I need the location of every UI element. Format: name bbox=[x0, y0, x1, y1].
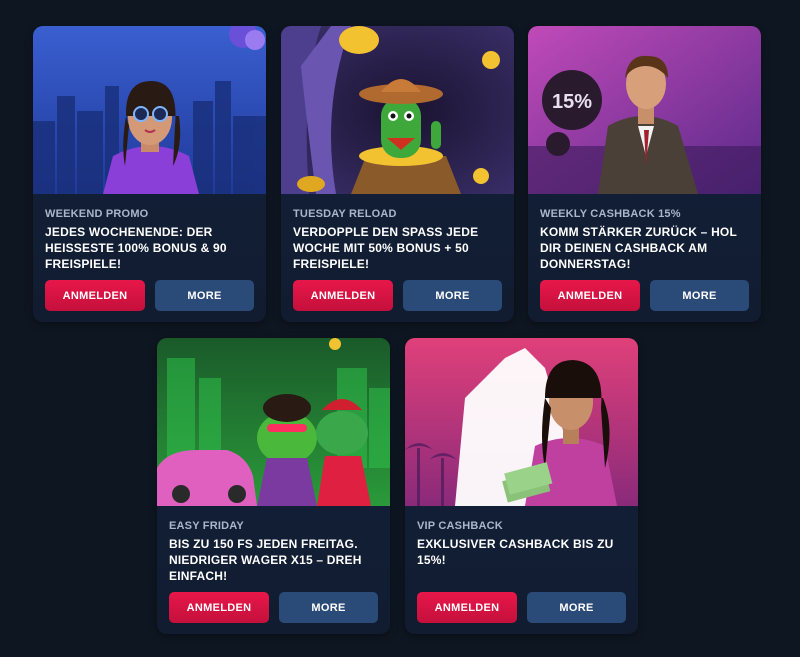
signup-button[interactable]: ANMELDEN bbox=[169, 592, 269, 623]
promo-title: JEDES WOCHENENDE: DER HEISSESTE 100% BON… bbox=[45, 225, 227, 271]
promo-card-tuesday[interactable]: TUESDAY RELOAD VERDOPPLE DEN SPASS JEDE … bbox=[281, 26, 514, 322]
promo-title: BIS ZU 150 FS JEDEN FREITAG. NIEDRIGER W… bbox=[169, 537, 362, 583]
promo-card-weekly-cashback[interactable]: 15% WEEKLY CASHBACK 15% KOMM STÄRKER ZUR… bbox=[528, 26, 761, 322]
signup-button[interactable]: ANMELDEN bbox=[293, 280, 393, 311]
promo-tag: WEEKEND PROMO bbox=[45, 208, 149, 220]
signup-button[interactable]: ANMELDEN bbox=[540, 280, 640, 311]
promo-card-vip-cashback[interactable]: VIP CASHBACK EXKLUSIVER CASHBACK BIS ZU … bbox=[405, 338, 638, 634]
balloon-label: 15% bbox=[552, 91, 592, 113]
signup-button[interactable]: ANMELDEN bbox=[45, 280, 145, 311]
signup-button[interactable]: ANMELDEN bbox=[417, 592, 517, 623]
promo-tag: WEEKLY CASHBACK 15% bbox=[540, 208, 681, 220]
promo-tag: EASY FRIDAY bbox=[169, 520, 244, 532]
promo-title: VERDOPPLE DEN SPASS JEDE WOCHE MIT 50% B… bbox=[293, 225, 479, 271]
more-button[interactable]: MORE bbox=[155, 280, 254, 311]
promo-tag: TUESDAY RELOAD bbox=[293, 208, 397, 220]
woman-money-pink-icon bbox=[405, 338, 638, 506]
promo-card-easy-friday[interactable]: EASY FRIDAY BIS ZU 150 FS JEDEN FREITAG.… bbox=[157, 338, 390, 634]
promo-tag: VIP CASHBACK bbox=[417, 520, 503, 532]
more-button[interactable]: MORE bbox=[279, 592, 378, 623]
cactus-cowboy-gold-icon bbox=[281, 26, 514, 194]
more-button[interactable]: MORE bbox=[403, 280, 502, 311]
promo-title: EXKLUSIVER CASHBACK BIS ZU 15%! bbox=[417, 537, 614, 567]
more-button[interactable]: MORE bbox=[527, 592, 626, 623]
more-button[interactable]: MORE bbox=[650, 280, 749, 311]
woman-sunglasses-city-icon bbox=[33, 26, 266, 194]
businessman-balloon-icon: 15% bbox=[528, 26, 761, 194]
frogs-pink-car-icon bbox=[157, 338, 390, 506]
promo-card-weekend[interactable]: WEEKEND PROMO JEDES WOCHENENDE: DER HEIS… bbox=[33, 26, 266, 322]
promo-title: KOMM STÄRKER ZURÜCK – HOL DIR DEINEN CAS… bbox=[540, 225, 737, 271]
